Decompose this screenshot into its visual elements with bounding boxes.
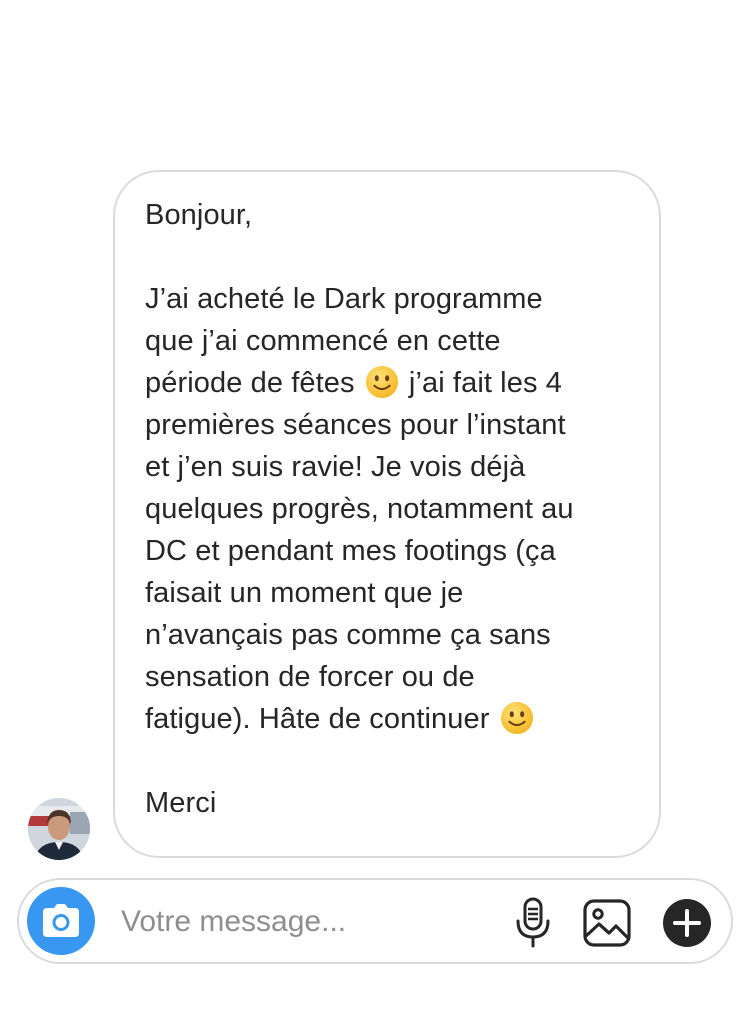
message-body: J’ai acheté le Dark programme que j’ai c… <box>145 278 629 740</box>
more-options-button[interactable] <box>662 898 712 948</box>
plus-circle-icon <box>663 899 711 947</box>
gallery-button[interactable] <box>582 898 632 948</box>
message-line: premières séances pour l’instant <box>145 409 566 441</box>
message-line: que j’ai commencé en cette <box>145 325 501 357</box>
microphone-icon <box>516 897 550 948</box>
camera-button[interactable] <box>27 887 95 955</box>
slightly-smiling-face-icon <box>500 701 533 735</box>
message-line-with-emoji: fatigue). Hâte de continuer <box>145 698 629 740</box>
message-line: faisait un moment que je <box>145 577 464 609</box>
avatar-photo <box>28 798 90 860</box>
sender-avatar[interactable] <box>28 798 90 860</box>
message-line: et j’en suis ravie! Je vois déjà <box>145 451 526 483</box>
image-gallery-icon <box>583 899 631 947</box>
message-input[interactable] <box>121 900 481 944</box>
message-line-text: période de fêtes <box>145 367 355 399</box>
message-line: sensation de forcer ou de <box>145 661 475 693</box>
message-line-with-emoji: période de fêtes j’ai fait les 4 <box>145 362 629 404</box>
message-line: n’avançais pas comme ça sans <box>145 619 551 651</box>
message-bubble[interactable]: Bonjour, J’ai acheté le Dark programme q… <box>113 170 661 858</box>
message-closing: Merci <box>145 787 217 819</box>
camera-icon <box>43 904 79 937</box>
message-line-text: fatigue). Hâte de continuer <box>145 703 490 735</box>
message-line: DC et pendant mes footings (ça <box>145 535 556 567</box>
message-line: quelques progrès, notamment au <box>145 493 574 525</box>
message-greeting: Bonjour, <box>145 199 253 231</box>
message-composer <box>17 878 733 964</box>
message-line-text: j’ai fait les 4 <box>400 367 562 399</box>
microphone-button[interactable] <box>513 897 553 949</box>
slightly-smiling-face-icon <box>365 365 398 399</box>
message-line: J’ai acheté le Dark programme <box>145 283 543 315</box>
chat-screen: Bonjour, J’ai acheté le Dark programme q… <box>0 0 750 1010</box>
